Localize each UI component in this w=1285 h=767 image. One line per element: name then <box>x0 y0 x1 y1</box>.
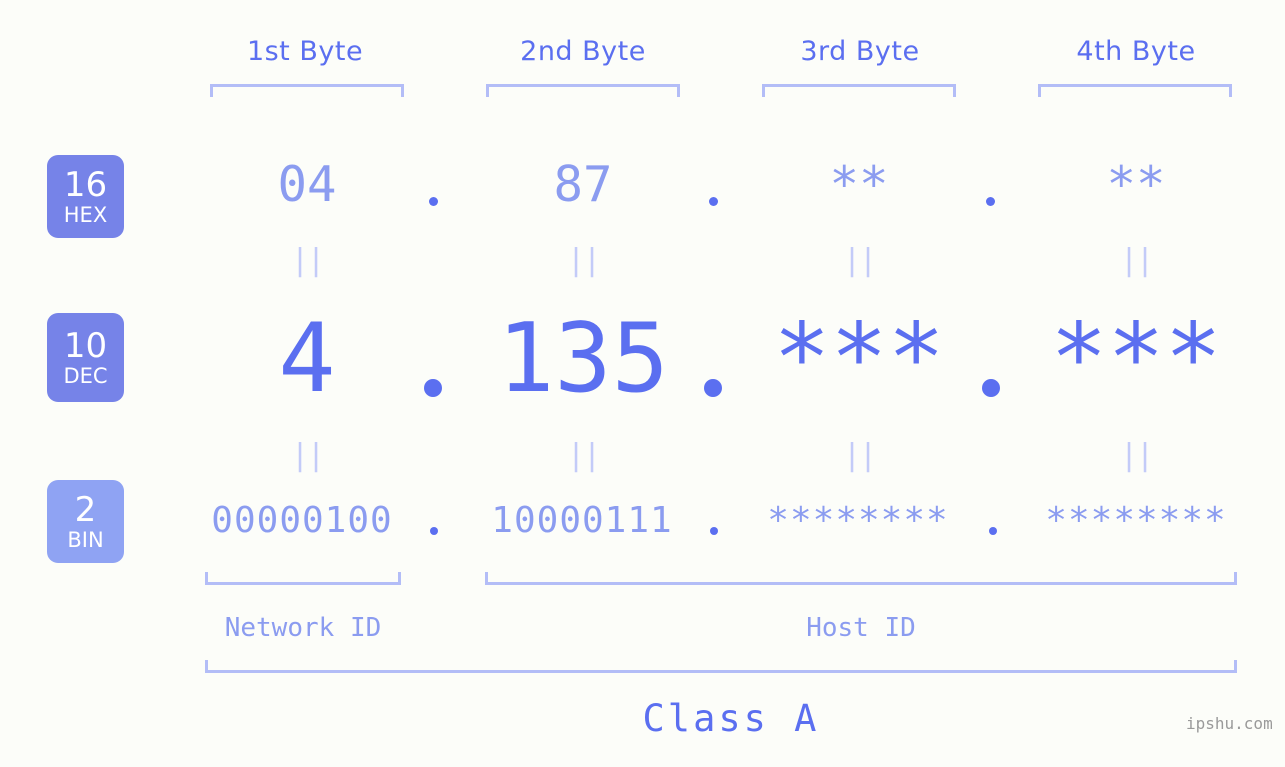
byte-bracket-1 <box>210 84 404 97</box>
bin-dot-1 <box>430 527 438 535</box>
watermark: ipshu.com <box>1186 714 1273 733</box>
host-id-label: Host ID <box>806 613 916 643</box>
equals-separator-hex-dec-4: || <box>1119 243 1154 278</box>
byte-header-4: 4th Byte <box>1076 36 1196 67</box>
byte-header-1: 1st Byte <box>246 36 364 67</box>
base-badge-hex-number: 16 <box>63 164 108 205</box>
base-badge-bin-number: 2 <box>74 489 97 530</box>
base-badge-dec: 10 DEC <box>47 313 124 402</box>
dec-byte-3: *** <box>773 304 945 414</box>
dec-dot-1 <box>424 379 442 397</box>
network-id-bracket <box>205 572 401 585</box>
bin-byte-2: 10000111 <box>491 500 673 541</box>
hex-dot-1 <box>429 197 438 206</box>
bin-dot-3 <box>989 527 997 535</box>
hex-byte-1: 04 <box>277 156 337 213</box>
byte-bracket-2 <box>486 84 680 97</box>
class-bracket <box>205 660 1237 673</box>
hex-dot-2 <box>709 197 718 206</box>
dec-byte-4: *** <box>1050 304 1222 414</box>
byte-header-3: 3rd Byte <box>800 36 920 67</box>
equals-separator-dec-bin-4: || <box>1119 438 1154 473</box>
base-badge-bin: 2 BIN <box>47 480 124 563</box>
byte-header-2: 2nd Byte <box>520 36 646 67</box>
hex-byte-2: 87 <box>553 156 613 213</box>
dec-byte-1: 4 <box>278 304 336 414</box>
equals-separator-dec-bin-1: || <box>290 438 325 473</box>
dec-dot-3 <box>982 379 1000 397</box>
hex-dot-3 <box>986 197 995 206</box>
dec-dot-2 <box>704 379 722 397</box>
bin-dot-2 <box>710 527 718 535</box>
hex-byte-4: ** <box>1106 156 1166 213</box>
base-badge-dec-number: 10 <box>63 325 108 366</box>
equals-separator-dec-bin-2: || <box>566 438 601 473</box>
bin-byte-3: ******** <box>767 500 949 541</box>
ip-address-diagram: 1st Byte 2nd Byte 3rd Byte 4th Byte 16 H… <box>0 0 1285 767</box>
base-badge-hex-name: HEX <box>63 202 108 227</box>
dec-byte-2: 135 <box>497 304 669 414</box>
network-id-label: Network ID <box>224 613 382 643</box>
byte-bracket-3 <box>762 84 956 97</box>
base-badge-hex: 16 HEX <box>47 155 124 238</box>
base-badge-bin-name: BIN <box>67 527 104 552</box>
host-id-bracket <box>485 572 1237 585</box>
bin-byte-4: ******** <box>1045 500 1227 541</box>
equals-separator-hex-dec-2: || <box>566 243 601 278</box>
class-label: Class A <box>642 697 820 740</box>
bin-byte-1: 00000100 <box>211 500 393 541</box>
base-badge-dec-name: DEC <box>63 363 108 388</box>
equals-separator-hex-dec-3: || <box>842 243 877 278</box>
hex-byte-3: ** <box>829 156 889 213</box>
byte-bracket-4 <box>1038 84 1232 97</box>
equals-separator-hex-dec-1: || <box>290 243 325 278</box>
equals-separator-dec-bin-3: || <box>842 438 877 473</box>
